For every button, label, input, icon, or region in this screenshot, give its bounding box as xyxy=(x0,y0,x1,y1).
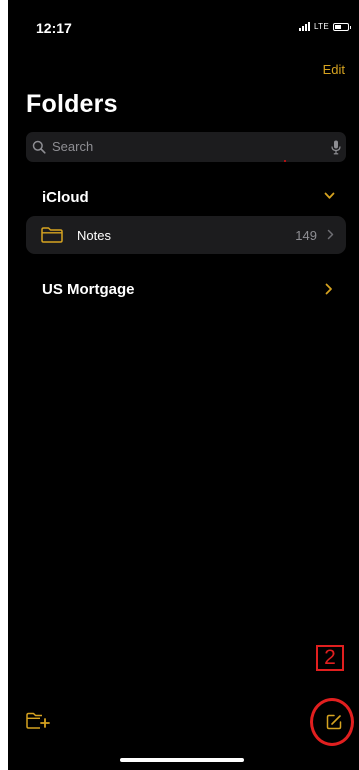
home-indicator[interactable] xyxy=(120,758,244,762)
folder-label: Notes xyxy=(77,228,111,243)
page-title: Folders xyxy=(26,90,118,118)
search-field[interactable]: Search xyxy=(26,132,346,162)
search-icon xyxy=(32,140,46,154)
network-type: LTE xyxy=(314,22,329,31)
signal-icon xyxy=(299,22,311,31)
section-header-us-mortgage[interactable]: US Mortgage xyxy=(42,281,135,298)
chevron-right-icon xyxy=(327,229,334,240)
chevron-down-icon[interactable] xyxy=(324,192,335,200)
search-placeholder: Search xyxy=(52,139,94,154)
folder-count: 149 xyxy=(295,228,317,243)
status-time: 12:17 xyxy=(36,20,72,36)
folder-row-notes[interactable]: Notes 149 xyxy=(26,216,346,254)
compose-icon[interactable] xyxy=(326,714,342,730)
folder-icon xyxy=(41,227,63,243)
annotation-step-label: 2 xyxy=(316,645,344,671)
battery-icon xyxy=(333,22,351,31)
chevron-right-icon[interactable] xyxy=(325,283,333,295)
cursor-mark xyxy=(284,160,286,162)
section-header-icloud[interactable]: iCloud xyxy=(42,189,89,206)
notes-folders-screen: 12:17 LTE Edit Folders Search iCloud Not… xyxy=(8,0,359,770)
microphone-icon[interactable] xyxy=(331,140,341,155)
status-indicators: LTE xyxy=(299,22,351,31)
folder-plus-icon[interactable] xyxy=(26,712,50,730)
edit-button[interactable]: Edit xyxy=(323,62,345,77)
